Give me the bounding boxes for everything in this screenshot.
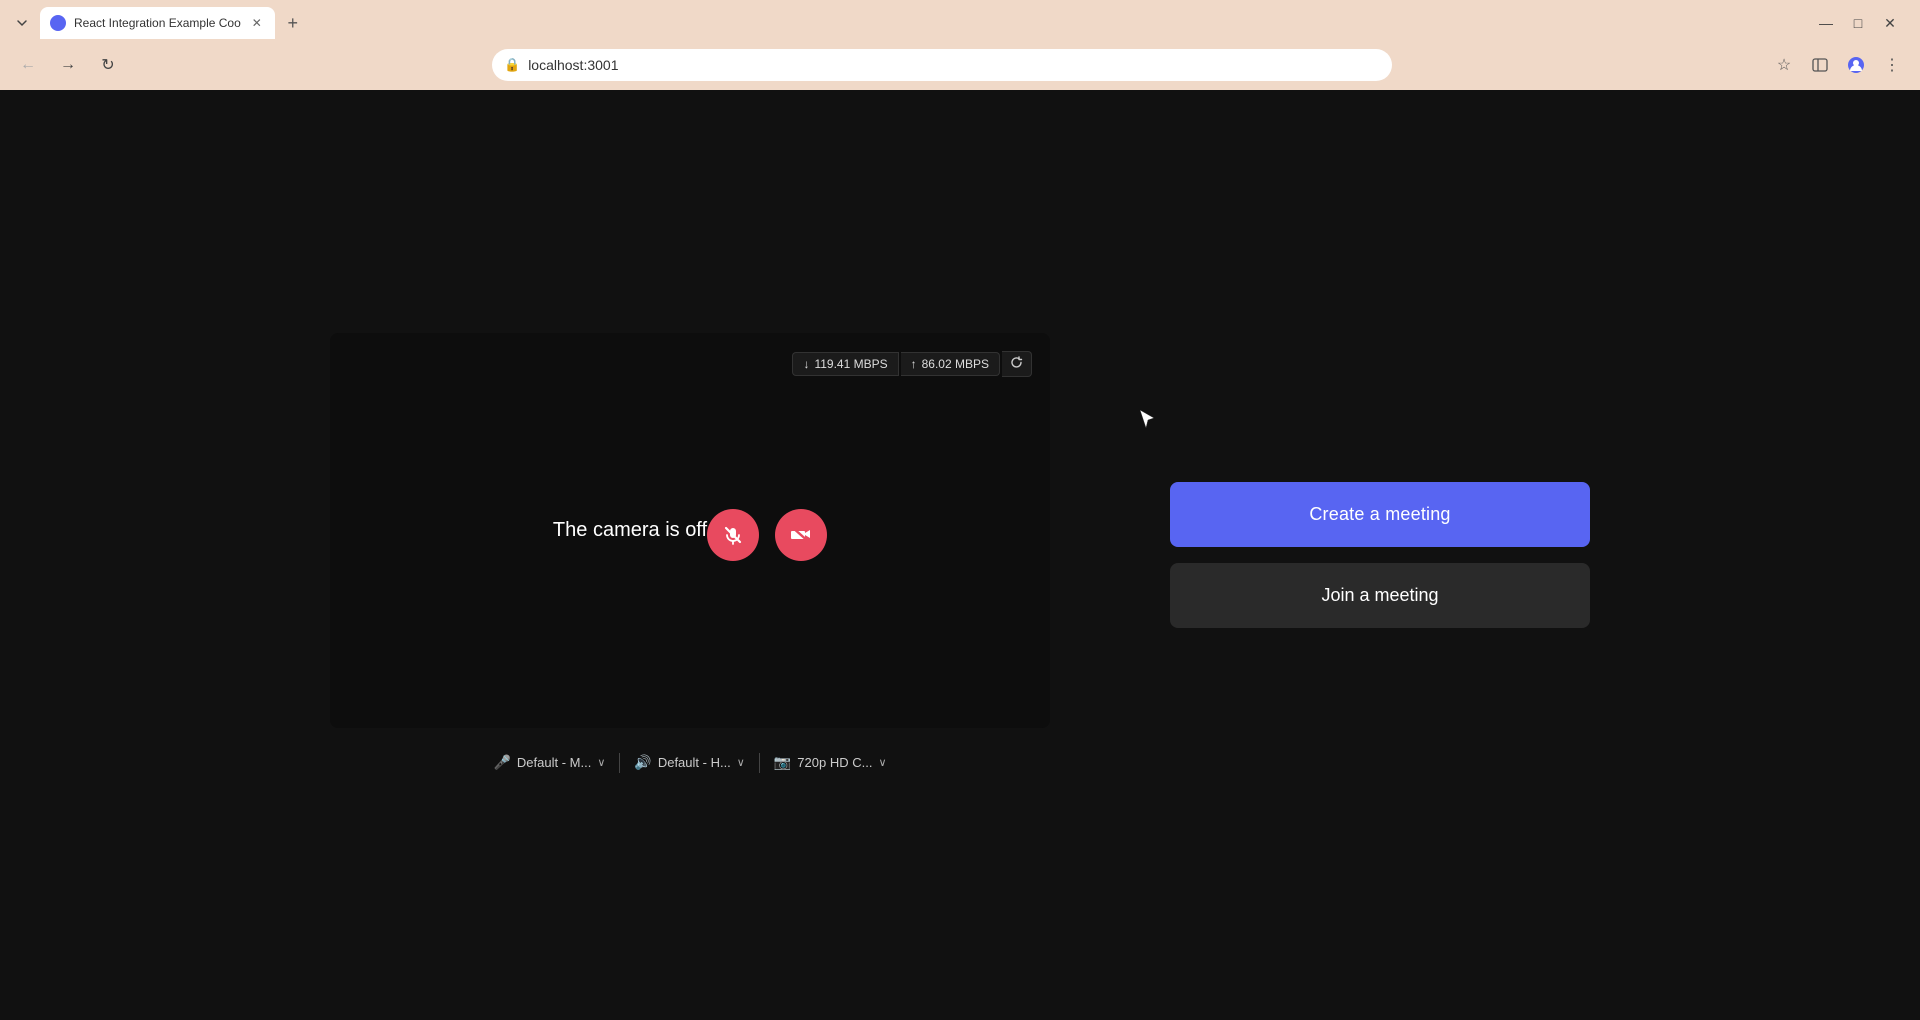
tab-bar: React Integration Example Coo ✕ + — □ ✕ xyxy=(0,0,1920,40)
join-meeting-button[interactable]: Join a meeting xyxy=(1170,563,1590,628)
camera-label: 720p HD C... xyxy=(797,755,872,770)
right-panel: Create a meeting Join a meeting xyxy=(1170,482,1590,628)
profile-button[interactable] xyxy=(1840,49,1872,81)
refresh-stat[interactable] xyxy=(1002,351,1032,377)
tab-favicon xyxy=(50,15,66,31)
address-bar[interactable]: 🔒 localhost:3001 xyxy=(492,49,1392,81)
mic-chevron-icon: ∨ xyxy=(597,756,605,769)
device-divider-2 xyxy=(759,753,760,773)
upload-stat: ↑ 86.02 MBPS xyxy=(901,352,1000,376)
create-meeting-button[interactable]: Create a meeting xyxy=(1170,482,1590,547)
close-button[interactable]: ✕ xyxy=(1876,9,1904,37)
browser-chrome: React Integration Example Coo ✕ + — □ ✕ … xyxy=(0,0,1920,90)
tab-group-dropdown[interactable] xyxy=(8,9,36,37)
download-stat: ↓ 119.41 MBPS xyxy=(792,352,898,376)
bookmark-button[interactable]: ☆ xyxy=(1768,49,1800,81)
download-icon: ↓ xyxy=(803,357,809,371)
network-stats: ↓ 119.41 MBPS ↑ 86.02 MBPS xyxy=(792,351,1032,377)
upload-value: 86.02 MBPS xyxy=(922,357,989,371)
camera-selector[interactable]: 📷 720p HD C... ∨ xyxy=(764,748,897,777)
sidebar-button[interactable] xyxy=(1804,49,1836,81)
upload-icon: ↑ xyxy=(911,357,917,371)
video-container: ↓ 119.41 MBPS ↑ 86.02 MBPS xyxy=(330,333,1050,728)
menu-button[interactable]: ⋮ xyxy=(1876,49,1908,81)
video-panel: ↓ 119.41 MBPS ↑ 86.02 MBPS xyxy=(330,333,1050,777)
back-button[interactable]: ← xyxy=(12,49,44,81)
active-tab[interactable]: React Integration Example Coo ✕ xyxy=(40,7,275,39)
mute-button[interactable] xyxy=(707,509,759,561)
video-controls xyxy=(707,509,827,561)
speaker-icon: 🔊 xyxy=(634,754,651,771)
speaker-chevron-icon: ∨ xyxy=(737,756,745,769)
mic-label: Default - M... xyxy=(517,755,591,770)
mic-icon: 🎤 xyxy=(493,754,510,771)
maximize-button[interactable]: □ xyxy=(1844,9,1872,37)
camera-off-button[interactable] xyxy=(775,509,827,561)
tab-title: React Integration Example Coo xyxy=(74,16,241,30)
reload-button[interactable]: ↻ xyxy=(92,49,124,81)
browser-actions: ☆ ⋮ xyxy=(1768,49,1908,81)
camera-icon: 📷 xyxy=(774,754,791,771)
minimize-button[interactable]: — xyxy=(1812,9,1840,37)
tab-close-button[interactable]: ✕ xyxy=(249,15,265,31)
microphone-selector[interactable]: 🎤 Default - M... ∨ xyxy=(483,748,615,777)
address-bar-row: ← → ↻ 🔒 localhost:3001 ☆ ⋮ xyxy=(0,40,1920,90)
refresh-icon xyxy=(1010,356,1023,372)
lock-icon: 🔒 xyxy=(504,57,520,73)
address-text: localhost:3001 xyxy=(528,57,1380,73)
window-controls: — □ ✕ xyxy=(1812,9,1904,37)
new-tab-button[interactable]: + xyxy=(279,9,307,37)
device-selectors: 🎤 Default - M... ∨ 🔊 Default - H... ∨ 📷 … xyxy=(483,748,896,777)
device-divider-1 xyxy=(619,753,620,773)
forward-button[interactable]: → xyxy=(52,49,84,81)
page-content: ↓ 119.41 MBPS ↑ 86.02 MBPS xyxy=(0,90,1920,1020)
camera-off-text: The camera is off xyxy=(553,519,707,542)
camera-chevron-icon: ∨ xyxy=(878,756,886,769)
speaker-selector[interactable]: 🔊 Default - H... ∨ xyxy=(624,748,754,777)
speaker-label: Default - H... xyxy=(658,755,731,770)
main-layout: ↓ 119.41 MBPS ↑ 86.02 MBPS xyxy=(0,333,1920,777)
download-value: 119.41 MBPS xyxy=(814,357,887,371)
